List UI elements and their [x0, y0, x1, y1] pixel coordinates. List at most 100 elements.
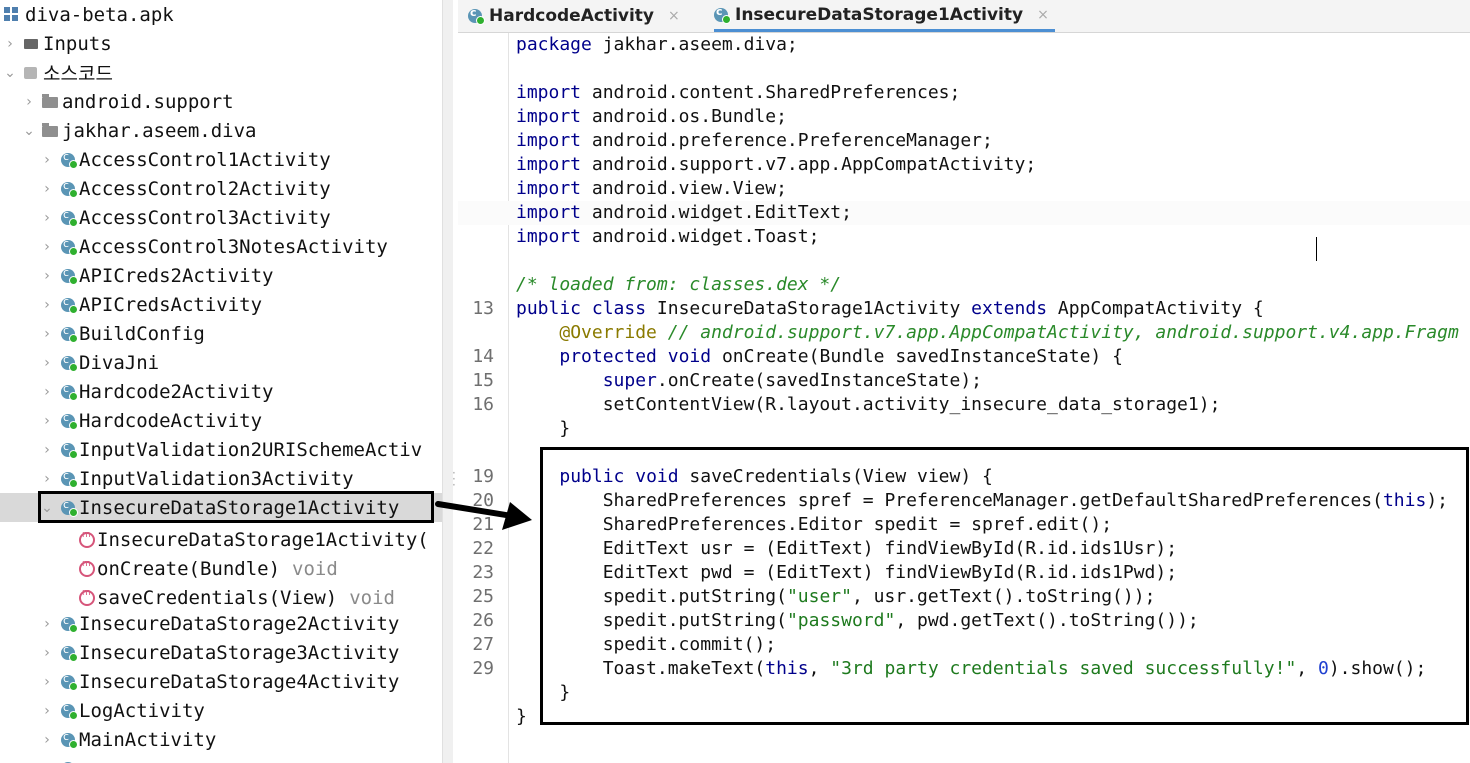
tree-item-label: DivaJni [79, 351, 160, 374]
tree-item-label: HardcodeActivity [79, 409, 263, 432]
code-line[interactable]: @Override // android.support.v7.app.AppC… [458, 321, 1470, 345]
chevron-right-icon[interactable]: › [40, 442, 54, 458]
chevron-right-icon[interactable]: › [40, 297, 54, 313]
class-icon [61, 440, 78, 459]
splitter-handle[interactable]: · · · [452, 467, 456, 491]
tree-item-class[interactable]: › AccessControl3Activity [0, 203, 445, 232]
code-line[interactable]: 16 setContentView(R.layout.activity_inse… [458, 393, 1470, 417]
tree-item-class[interactable]: › BuildConfig [0, 319, 445, 348]
tree-item-class[interactable]: › AccessControl1Activity [0, 145, 445, 174]
tree-item-class[interactable]: › LogActivity [0, 696, 445, 725]
tree-item-class[interactable]: › AccessControl2Activity [0, 174, 445, 203]
code-text: protected void onCreate(Bundle savedInst… [559, 346, 1123, 367]
chevron-right-icon[interactable]: › [40, 268, 54, 284]
method-icon [79, 588, 95, 606]
method-label: onCreate(Bundle) [97, 557, 281, 580]
tree-item-class[interactable]: › MainActivity [0, 725, 445, 754]
code-line[interactable]: import android.view.View; [458, 177, 1470, 201]
tree-item-label: android.support [62, 90, 234, 113]
tree-item-class[interactable]: › InsecureDataStorage2Activity [0, 609, 445, 638]
code-line[interactable]: 15 super.onCreate(savedInstanceState); [458, 369, 1470, 393]
method-label: saveCredentials(View) [97, 586, 338, 609]
tree-item-class[interactable]: › Hardcode2Activity [0, 377, 445, 406]
code-line[interactable]: package jakhar.aseem.diva; [458, 33, 1470, 57]
chevron-right-icon[interactable]: › [40, 732, 54, 748]
close-icon[interactable]: × [1037, 7, 1049, 23]
code-text: } [516, 706, 527, 727]
chevron-right-icon[interactable]: › [40, 355, 54, 371]
tree-item-class[interactable]: › DivaJni [0, 348, 445, 377]
tree-item-method[interactable]: saveCredentials(View) void [0, 583, 445, 612]
chevron-right-icon[interactable]: › [40, 181, 54, 197]
chevron-right-icon[interactable]: › [40, 152, 54, 168]
tree-item-source[interactable]: ⌄ 소스코드 [0, 58, 445, 87]
code-line[interactable]: import android.content.SharedPreferences… [458, 81, 1470, 105]
tree-item-package[interactable]: ⌄ jakhar.aseem.diva [0, 116, 445, 145]
tree-item-label: AccessControl2Activity [79, 177, 331, 200]
code-line[interactable]: 14 protected void onCreate(Bundle savedI… [458, 345, 1470, 369]
code-line[interactable] [458, 249, 1470, 273]
tree-item-class[interactable]: › APICreds2Activity [0, 261, 445, 290]
text-caret [1316, 237, 1317, 261]
chevron-right-icon[interactable]: › [40, 384, 54, 400]
tree-item-method[interactable]: InsecureDataStorage1Activity( [0, 525, 445, 554]
code-line[interactable]: import android.os.Bundle; [458, 105, 1470, 129]
chevron-right-icon[interactable]: › [40, 471, 54, 487]
code-line[interactable]: import android.widget.Toast; [458, 225, 1470, 249]
tab-hardcode-activity[interactable]: HardcodeActivity × [468, 0, 680, 32]
code-line[interactable]: 13 public class InsecureDataStorage1Activ… [458, 297, 1470, 321]
tree-item-class[interactable]: › InsecureDataStorage4Activity [0, 667, 445, 696]
tree-item-method[interactable]: onCreate(Bundle) void [0, 554, 445, 583]
class-icon [61, 150, 78, 169]
line-number: 27 [472, 634, 494, 655]
tree-item-class[interactable]: › [0, 754, 445, 763]
chevron-right-icon[interactable]: › [40, 674, 54, 690]
tree-scrollbar[interactable] [442, 0, 453, 763]
close-icon[interactable]: × [668, 8, 680, 24]
method-icon [79, 530, 95, 548]
tree-item-label: InputValidation2URISchemeActiv [79, 438, 423, 461]
tree-item-class[interactable]: › InputValidation2URISchemeActiv [0, 435, 445, 464]
code-line[interactable]: } [458, 417, 1470, 441]
code-line[interactable]: import android.preference.PreferenceMana… [458, 129, 1470, 153]
code-text: setContentView(R.layout.activity_insecur… [516, 394, 1221, 415]
tree-item-label: AccessControl1Activity [79, 148, 331, 171]
tree-root[interactable]: diva-beta.apk [0, 0, 445, 29]
code-text: import android.view.View; [516, 178, 787, 199]
code-text: super.onCreate(savedInstanceState); [602, 370, 982, 391]
tab-insecure-data-storage1-activity[interactable]: InsecureDataStorage1Activity × [714, 0, 1055, 32]
line-number: 15 [472, 370, 494, 391]
tree-item-label: APICreds2Activity [79, 264, 274, 287]
tree-item-inputs[interactable]: › Inputs [0, 29, 445, 58]
chevron-right-icon[interactable]: › [40, 616, 54, 632]
class-icon [61, 614, 78, 633]
code-line[interactable]: import android.support.v7.app.AppCompatA… [458, 153, 1470, 177]
class-icon [61, 643, 78, 662]
code-line[interactable]: import android.widget.EditText; [458, 201, 1470, 225]
class-icon [61, 730, 78, 749]
tree-item-class[interactable]: › HardcodeActivity [0, 406, 445, 435]
tree-item-package[interactable]: › android.support [0, 87, 445, 116]
folder-icon [24, 39, 38, 49]
chevron-right-icon[interactable]: › [40, 703, 54, 719]
chevron-right-icon[interactable]: › [40, 645, 54, 661]
line-number: 25 [472, 586, 494, 607]
tree-item-class[interactable]: › AccessControl3NotesActivity [0, 232, 445, 261]
chevron-right-icon[interactable]: › [3, 36, 17, 52]
tree-item-class[interactable]: › InsecureDataStorage3Activity [0, 638, 445, 667]
code-line[interactable] [458, 57, 1470, 81]
code-text: import android.widget.EditText; [516, 202, 852, 223]
chevron-down-icon[interactable]: ⌄ [3, 65, 17, 81]
tree-item-class[interactable]: › APICredsActivity [0, 290, 445, 319]
chevron-right-icon[interactable]: › [40, 239, 54, 255]
class-icon [61, 208, 78, 227]
chevron-right-icon[interactable]: › [40, 210, 54, 226]
chevron-down-icon[interactable]: ⌄ [22, 123, 36, 139]
tree-item-label: AccessControl3NotesActivity [79, 235, 388, 258]
tree-item-class[interactable]: › InputValidation3Activity [0, 464, 445, 493]
chevron-right-icon[interactable]: › [40, 326, 54, 342]
chevron-right-icon[interactable]: › [22, 94, 36, 110]
project-tree: diva-beta.apk › Inputs ⌄ 소스코드 › android.… [0, 0, 445, 763]
chevron-right-icon[interactable]: › [40, 413, 54, 429]
code-line[interactable]: /* loaded from: classes.dex */ [458, 273, 1470, 297]
